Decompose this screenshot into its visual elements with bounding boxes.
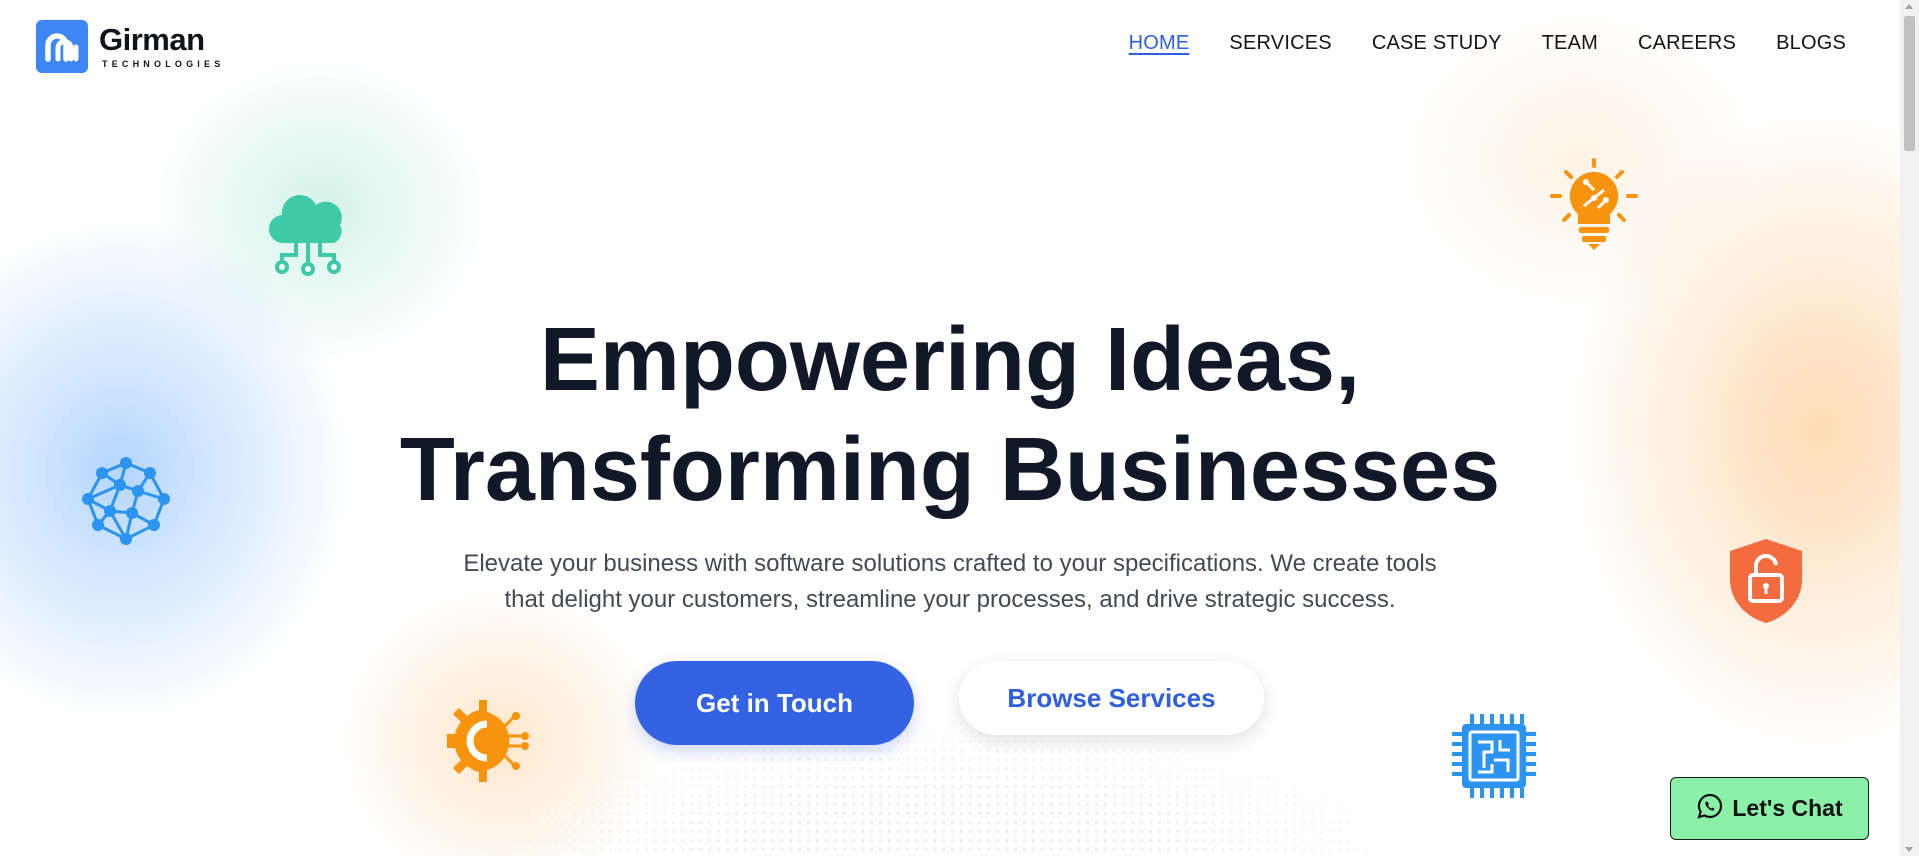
logo-mark-icon [36,20,88,73]
scrollbar-thumb[interactable] [1904,16,1915,151]
hero-title: Empowering Ideas, Transforming Businesse… [0,305,1900,525]
lets-chat-label: Let's Chat [1732,795,1843,821]
nav-home[interactable]: HOME [1129,32,1190,55]
vertical-scrollbar[interactable] [1900,0,1919,856]
scroll-down-arrow-icon[interactable] [1905,847,1913,852]
nav-services[interactable]: SERVICES [1229,32,1331,55]
hero-title-line-1: Empowering Ideas, [539,310,1361,410]
site-header: Girman TECHNOLOGIES HOME SERVICES CASE S… [0,0,1900,90]
hero-subtitle: Elevate your business with software solu… [0,546,1900,618]
nav-careers[interactable]: CAREERS [1638,32,1736,55]
hero-subtitle-line-1: Elevate your business with software solu… [463,550,1437,577]
logo[interactable]: Girman TECHNOLOGIES [36,20,224,73]
lets-chat-button[interactable]: Let's Chat [1670,777,1869,840]
whatsapp-icon [1696,792,1724,826]
hero-title-line-2: Transforming Businesses [399,420,1501,520]
nav-case-study[interactable]: CASE STUDY [1372,32,1502,55]
hero-subtitle-line-2: that delight your customers, streamline … [504,586,1396,613]
nav-blogs[interactable]: BLOGS [1776,32,1846,55]
processor-chip-icon [1448,712,1540,804]
lightbulb-circuit-icon [1548,158,1640,256]
scroll-up-arrow-icon[interactable] [1905,4,1913,9]
page: Girman TECHNOLOGIES HOME SERVICES CASE S… [0,0,1900,856]
get-in-touch-button[interactable]: Get in Touch [635,661,914,745]
nav-team[interactable]: TEAM [1542,32,1598,55]
gear-circuit-icon [447,696,539,790]
brand-tagline: TECHNOLOGIES [102,59,225,69]
brand-name: Girman [99,22,205,57]
cloud-network-icon [262,185,354,281]
main-nav: HOME SERVICES CASE STUDY TEAM CAREERS BL… [1129,32,1846,55]
browse-services-button[interactable]: Browse Services [959,661,1264,735]
